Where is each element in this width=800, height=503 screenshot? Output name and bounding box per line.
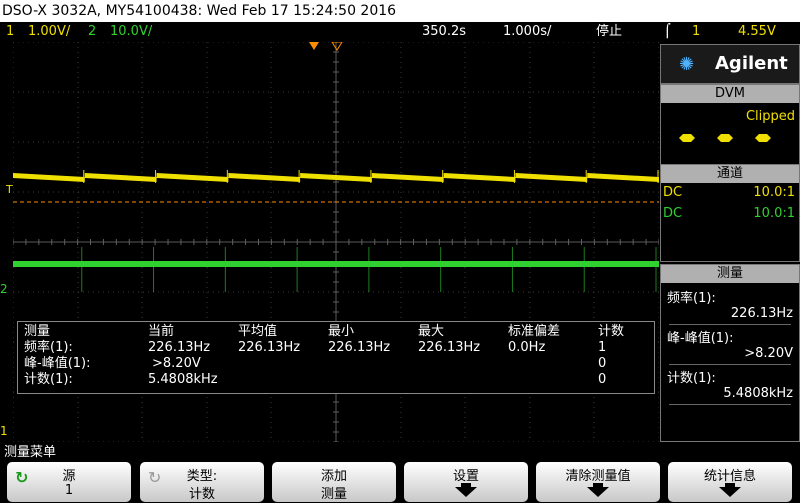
trigger-source[interactable]: 1: [692, 22, 700, 42]
meas-value-freq: 226.13Hz: [730, 306, 793, 321]
ch2-coupling[interactable]: DC: [663, 206, 682, 221]
trigger-level-marker[interactable]: T: [6, 183, 13, 196]
softkey-label: 统计信息: [703, 469, 756, 484]
softkey-clear-measurements[interactable]: 清除测量值: [536, 462, 660, 502]
measure-title: 测量: [661, 265, 799, 283]
softkey-label: 类型:: [186, 469, 218, 484]
divider: [669, 324, 791, 325]
timebase-scale[interactable]: 1.000s/: [503, 22, 551, 42]
header-measurement: 测量: [24, 324, 51, 339]
channels-box: 通道 DC 10.0:1 DC 10.0:1: [660, 164, 800, 262]
channels-title: 通道: [661, 165, 799, 183]
divider: [669, 404, 791, 405]
agilent-spark-icon: ✺: [679, 54, 695, 75]
trigger-position-icon: [309, 42, 319, 50]
right-panel: ✺ Agilent DVM Clipped 通道 DC 10.0:1 DC 10…: [660, 42, 800, 442]
softkey-label: 添加: [320, 469, 347, 484]
instrument-title: DSO-X 3032A, MY54100438: Wed Feb 17 15:2…: [2, 3, 397, 19]
menu-title: 测量菜单: [4, 445, 57, 460]
softkey-label: 清除测量值: [565, 469, 631, 484]
ch1-number[interactable]: 1: [6, 22, 14, 42]
softkey-source[interactable]: ↻ 源 1: [7, 462, 131, 502]
status-bar: 1 1.00V/ 2 10.0V/ 350.2s 1.000s/ 停止 ⌠ 1 …: [0, 22, 800, 42]
softkey-settings[interactable]: 设置: [404, 462, 528, 502]
meas-label-freq: 频率(1):: [667, 291, 716, 306]
meas-label-count: 计数(1):: [667, 371, 716, 386]
measurement-statistics-table: 测量 当前 平均值 最小 最大 标准偏差 计数 频率(1): 226.13Hz …: [17, 321, 655, 394]
measure-box: 测量 频率(1): 226.13Hz 峰-峰值(1): >8.20V 计数(1)…: [660, 264, 800, 442]
header-current: 当前: [148, 324, 175, 339]
divider: [669, 364, 791, 365]
ch2-scale[interactable]: 10.0V/: [110, 22, 152, 42]
brand-box: ✺ Agilent: [660, 44, 800, 84]
header-count: 计数: [598, 324, 625, 339]
dvm-dashes: [679, 133, 789, 143]
ch2-ground-marker[interactable]: 2: [0, 282, 8, 296]
header-min: 最小: [328, 324, 355, 339]
softkey-value: 测量: [320, 487, 347, 502]
softkey-type[interactable]: ↻ 类型: 计数: [140, 462, 264, 502]
menu-title-bar: 测量菜单: [0, 444, 800, 462]
meas-label-vpp: 峰-峰值(1):: [667, 331, 734, 346]
softkey-value: 1: [64, 483, 74, 498]
softkey-add-measurement[interactable]: 添加 测量: [272, 462, 396, 502]
table-row: 峰-峰值(1): >8.20V 0: [24, 356, 607, 371]
header-max: 最大: [418, 324, 445, 339]
ch1-scale[interactable]: 1.00V/: [28, 22, 70, 42]
ch1-probe[interactable]: 10.0:1: [753, 185, 795, 200]
title-bar: DSO-X 3032A, MY54100438: Wed Feb 17 15:2…: [0, 0, 800, 22]
horizontal-delay[interactable]: 350.2s: [422, 22, 466, 42]
brand-logo: Agilent: [715, 53, 788, 74]
trigger-edge-icon: ⌠: [664, 24, 671, 39]
trigger-level[interactable]: 4.55V: [738, 22, 776, 42]
meas-value-vpp: >8.20V: [744, 346, 793, 361]
table-row: 计数(1): 5.4808kHz 0: [24, 372, 607, 387]
ch1-coupling[interactable]: DC: [663, 185, 682, 200]
softkey-statistics[interactable]: 统计信息: [668, 462, 792, 502]
ch1-ground-marker[interactable]: 1: [0, 424, 8, 438]
table-row: 频率(1): 226.13Hz 226.13Hz 226.13Hz 226.13…: [24, 340, 607, 355]
ch2-number[interactable]: 2: [88, 22, 96, 42]
dvm-box: DVM Clipped: [660, 84, 800, 166]
run-state[interactable]: 停止: [596, 22, 622, 42]
meas-value-count: 5.4808kHz: [723, 386, 793, 401]
softkey-label: 设置: [452, 469, 479, 484]
ch2-probe[interactable]: 10.0:1: [753, 206, 795, 221]
softkey-label: 源: [62, 469, 76, 484]
dvm-status: Clipped: [745, 109, 795, 124]
table-header: 测量 当前 平均值 最小 最大 标准偏差 计数: [24, 325, 648, 339]
time-reference-icon: [331, 42, 343, 51]
softkey-value: 计数: [188, 487, 215, 502]
dvm-title: DVM: [661, 85, 799, 103]
header-mean: 平均值: [238, 324, 278, 339]
header-std-dev: 标准偏差: [508, 324, 561, 339]
